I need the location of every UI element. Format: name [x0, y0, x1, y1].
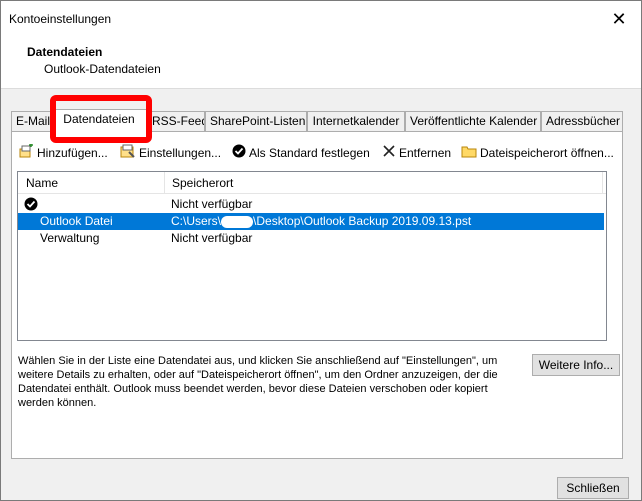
add-button-label: Hinzufügen...: [37, 146, 108, 160]
remove-button-label: Entfernen: [399, 146, 452, 160]
tab-published-calendars[interactable]: Veröffentlichte Kalender: [405, 111, 541, 131]
row-location: Nicht verfügbar: [171, 231, 253, 245]
open-file-location-label: Dateispeicherort öffnen...: [480, 146, 614, 160]
more-info-button[interactable]: Weitere Info...: [532, 354, 620, 376]
row-name: Verwaltung: [40, 231, 100, 245]
window-title: Kontoeinstellungen: [9, 12, 112, 26]
set-default-label: Als Standard festlegen: [249, 146, 370, 160]
row-location-prefix: C:\Users\: [171, 214, 222, 228]
list-item[interactable]: Nicht verfügbar: [18, 196, 604, 213]
set-default-button[interactable]: Als Standard festlegen: [232, 144, 370, 162]
description-text: Wählen Sie in der Liste eine Datendatei …: [18, 355, 498, 409]
tab-sharepoint-lists[interactable]: SharePoint-Listen: [205, 111, 307, 131]
folder-icon: [461, 144, 477, 163]
settings-icon: [120, 144, 136, 163]
tab-data-files[interactable]: Datendateien: [51, 109, 147, 132]
data-files-panel: Hinzufügen... Einstellungen... Als Stand…: [11, 131, 623, 459]
column-header-location[interactable]: Speicherort: [164, 172, 600, 194]
close-button[interactable]: Schließen: [557, 477, 629, 499]
close-icon[interactable]: ✕: [607, 7, 631, 31]
tab-strip: E-Mail Datendateien RSS-Feeds SharePoint…: [11, 109, 623, 132]
column-header-name[interactable]: Name: [18, 172, 164, 194]
row-name: Outlook Datei: [40, 214, 113, 228]
data-file-list: Name Speicherort Nicht verfügbar Outlook…: [17, 171, 607, 341]
tab-rss-feeds[interactable]: RSS-Feeds: [147, 111, 205, 131]
remove-button[interactable]: Entfernen: [382, 144, 451, 162]
tab-address-books[interactable]: Adressbücher: [541, 111, 623, 131]
page-title: Datendateien: [27, 45, 103, 59]
add-file-icon: [18, 143, 34, 163]
list-item[interactable]: Verwaltung Nicht verfügbar: [18, 230, 604, 247]
page-subtitle: Outlook-Datendateien: [44, 62, 161, 76]
toolbar: Hinzufügen... Einstellungen... Als Stand…: [18, 140, 618, 166]
redacted-username: [221, 215, 254, 228]
row-location-suffix: \Desktop\Outlook Backup 2019.09.13.pst: [253, 214, 472, 228]
list-header: Name Speicherort: [18, 172, 606, 194]
open-file-location-button[interactable]: Dateispeicherort öffnen...: [461, 144, 614, 162]
account-settings-dialog: Kontoeinstellungen ✕ Datendateien Outloo…: [0, 0, 642, 501]
settings-button-label: Einstellungen...: [139, 146, 222, 160]
add-button[interactable]: Hinzufügen...: [18, 143, 108, 163]
column-divider: [602, 172, 603, 194]
title-bar: Kontoeinstellungen ✕: [1, 1, 641, 37]
remove-x-icon: [382, 144, 396, 163]
header-area: Datendateien Outlook-Datendateien: [1, 37, 641, 89]
row-location: C:\Users\ \Desktop\Outlook Backup 2019.09…: [171, 213, 471, 230]
row-location: Nicht verfügbar: [171, 197, 253, 211]
tab-email[interactable]: E-Mail: [11, 111, 51, 131]
settings-button[interactable]: Einstellungen...: [120, 144, 221, 162]
list-item-selected[interactable]: Outlook Datei C:\Users\ \Desktop\Outlook …: [18, 213, 604, 230]
checkmark-icon: [232, 144, 246, 163]
tab-internet-calendars[interactable]: Internetkalender: [307, 111, 405, 131]
